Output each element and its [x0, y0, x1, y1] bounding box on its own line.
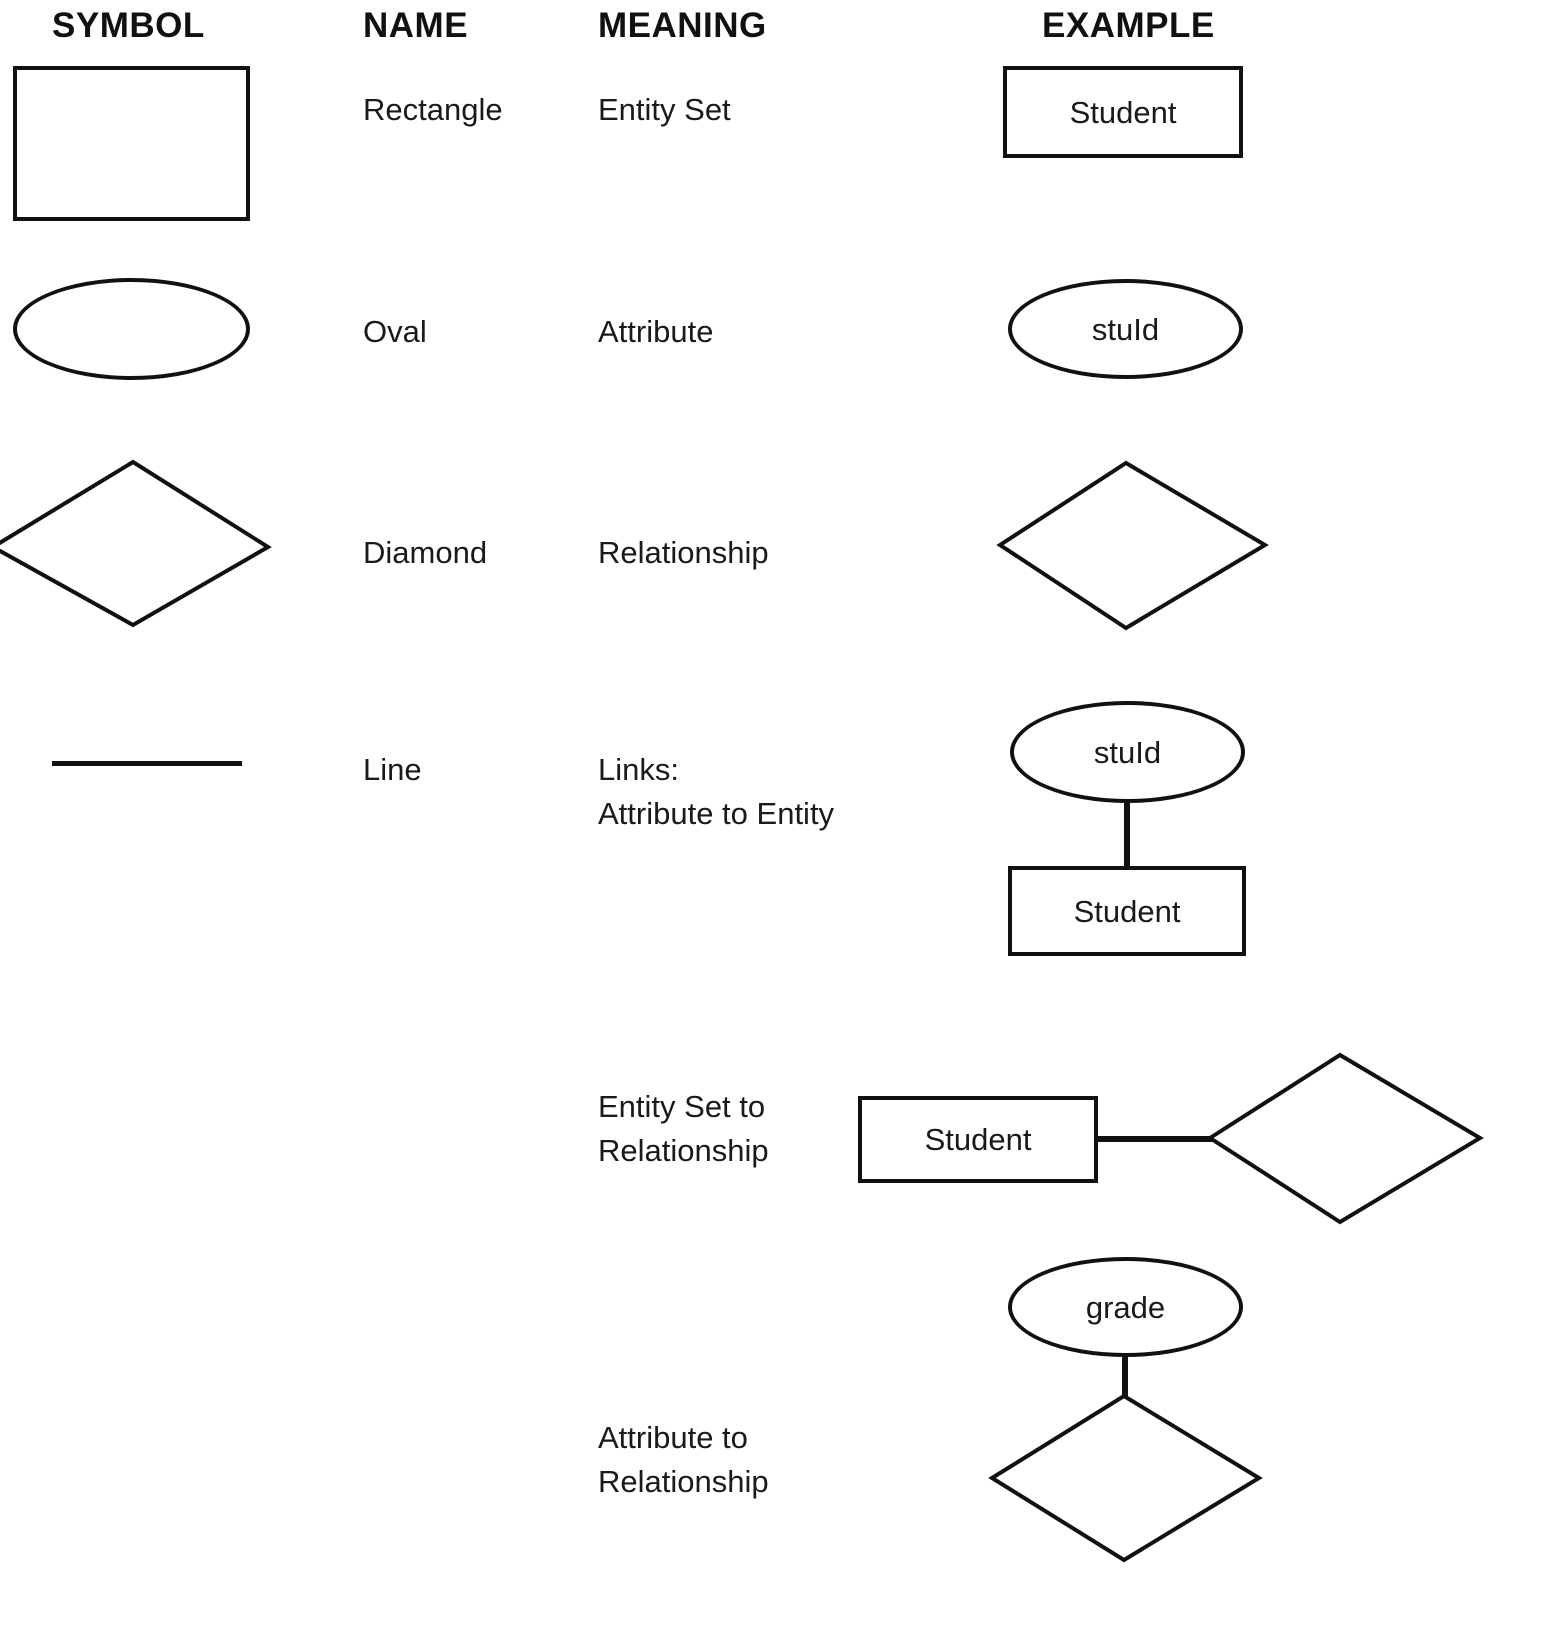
- example-grade-oval: grade: [1008, 1257, 1243, 1357]
- oval-icon: [13, 278, 250, 380]
- example-link-attribute-oval: stuId: [1010, 701, 1245, 803]
- column-header-symbol: SYMBOL: [52, 6, 205, 45]
- row-meaning-attribute: Attribute: [598, 314, 714, 349]
- column-header-meaning: MEANING: [598, 6, 767, 45]
- example-attribute-relationship-label: Enroll: [1085, 1459, 1166, 1494]
- row-meaning-entity-set: Entity Set: [598, 92, 731, 127]
- connector-attribute-to-entity: [1124, 799, 1130, 867]
- row-meaning-entity-set-to-relationship: Entity Set to Relationship: [598, 1089, 769, 1169]
- example-entity-label: Student: [1069, 94, 1177, 130]
- example-link-attribute-label: stuId: [1093, 734, 1162, 770]
- column-header-example: EXAMPLE: [1042, 6, 1215, 45]
- column-header-name: NAME: [363, 6, 469, 45]
- example-entity-set-label: Student: [924, 1122, 1032, 1157]
- row-meaning-attribute-to-relationship: Attribute to Relationship: [598, 1420, 769, 1500]
- row-meaning-links-attribute-to-entity: Links: Attribute to Entity: [598, 752, 835, 832]
- row-name-rectangle: Rectangle: [363, 92, 503, 127]
- example-entity-rectangle: Student: [1003, 66, 1243, 158]
- row-name-diamond: Diamond: [363, 535, 488, 570]
- example-entity-set-rectangle: Student: [858, 1096, 1098, 1183]
- connector-entity-to-relationship: [1096, 1136, 1212, 1142]
- example-attribute-label: stuId: [1091, 311, 1160, 347]
- row-meaning-relationship: Relationship: [598, 535, 769, 570]
- line-icon: [52, 761, 242, 766]
- connector-attribute-to-relationship: [1122, 1353, 1128, 1421]
- row-name-oval: Oval: [363, 314, 427, 349]
- er-notation-reference-table: SYMBOL NAME MEANING EXAMPLE Rectangle En…: [0, 0, 1547, 1647]
- example-entity-relationship-label: Enroll: [1302, 1120, 1383, 1155]
- example-relationship-label: Enroll: [1085, 529, 1166, 564]
- diamond-icon: [0, 459, 272, 628]
- example-grade-label: grade: [1085, 1289, 1166, 1325]
- rectangle-icon: [13, 66, 250, 221]
- example-attribute-oval: stuId: [1008, 279, 1243, 379]
- row-name-line: Line: [363, 752, 422, 787]
- example-link-entity-rectangle: Student: [1008, 866, 1246, 956]
- example-link-entity-label: Student: [1073, 893, 1181, 929]
